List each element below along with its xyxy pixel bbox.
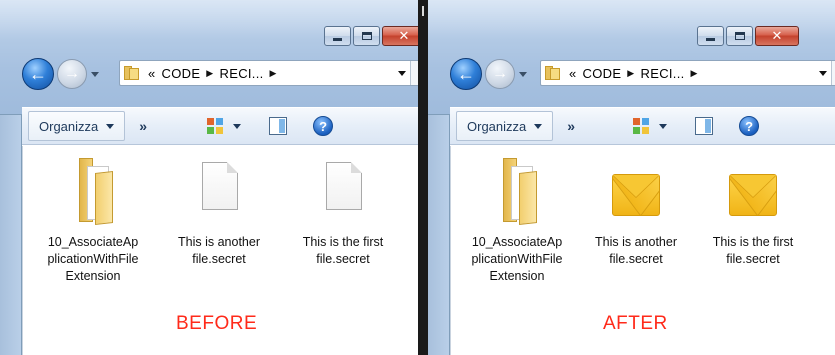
folder-icon: [69, 158, 117, 225]
before-caption: BEFORE: [176, 313, 258, 334]
change-view-icon: [207, 118, 224, 134]
back-arrow-icon: ←: [457, 63, 475, 84]
preview-pane-icon[interactable]: [695, 117, 714, 135]
list-item[interactable]: This is another file.secret: [173, 154, 265, 268]
forward-button[interactable]: →: [57, 59, 87, 89]
folder-icon: [545, 66, 561, 80]
blank-file-icon: [202, 162, 238, 210]
item-label: This is another file.secret: [595, 235, 677, 266]
blank-file-icon: [326, 162, 362, 210]
caption-buttons: ✕: [324, 26, 418, 46]
navigation-buttons: ← →: [22, 57, 99, 91]
list-item[interactable]: 10_AssociateApplicationWithFileExtension: [47, 154, 139, 285]
list-item[interactable]: 10_AssociateApplicationWithFileExtension: [471, 154, 563, 285]
explorer-window-after: ✕ ← → « CODE ▶ RECI... ▶ Organizza » ? 1…: [428, 0, 835, 355]
breadcrumb-separator-icon[interactable]: ▶: [627, 68, 634, 79]
maximize-icon: [734, 32, 745, 40]
views-button[interactable]: [207, 118, 242, 134]
item-label: 10_AssociateApplicationWithFileExtension: [471, 235, 563, 283]
minimize-button[interactable]: [697, 26, 724, 46]
breadcrumb-separator-icon[interactable]: ▶: [691, 68, 698, 79]
change-view-icon: [633, 118, 650, 134]
breadcrumb-code[interactable]: CODE: [583, 66, 622, 81]
close-button[interactable]: ✕: [382, 26, 418, 46]
back-arrow-icon: ←: [29, 63, 47, 84]
refresh-button[interactable]: [410, 61, 418, 85]
breadcrumb-code[interactable]: CODE: [162, 66, 201, 81]
envelope-icon: [612, 174, 660, 216]
recent-pages-dropdown-icon[interactable]: [91, 71, 99, 77]
command-bar: Organizza » ?: [22, 107, 418, 145]
close-icon: ✕: [771, 28, 783, 44]
envelope-icon: [729, 174, 777, 216]
maximize-icon: [361, 32, 372, 40]
divider: [418, 0, 428, 355]
item-label: This is another file.secret: [178, 235, 260, 266]
breadcrumb-separator-icon[interactable]: ▶: [206, 68, 213, 79]
maximize-button[interactable]: [353, 26, 380, 46]
breadcrumb-reci[interactable]: RECI...: [641, 66, 685, 81]
list-item[interactable]: This is the first file.secret: [297, 154, 389, 268]
preview-pane-icon[interactable]: [269, 117, 288, 135]
refresh-button[interactable]: [831, 61, 835, 85]
back-button[interactable]: ←: [22, 58, 54, 90]
address-dropdown-icon[interactable]: [398, 71, 406, 76]
folder-icon: [124, 66, 140, 80]
more-commands-button[interactable]: »: [139, 118, 147, 134]
folder-icon: [493, 158, 541, 225]
organize-label: Organizza: [39, 118, 99, 134]
item-label: This is the first file.secret: [302, 235, 384, 266]
caption-buttons: ✕: [697, 26, 799, 46]
views-button[interactable]: [633, 118, 668, 134]
breadcrumb-separator-icon[interactable]: ▶: [270, 68, 277, 79]
address-dropdown-icon[interactable]: [819, 71, 827, 76]
command-bar: Organizza » ?: [450, 107, 835, 145]
list-item[interactable]: This is another file.secret: [590, 154, 682, 268]
explorer-window-before: ✕ ← → « CODE ▶ RECI... ▶ Organizza » ? 1…: [0, 0, 418, 355]
chevron-down-icon: [659, 123, 668, 129]
breadcrumb-overflow[interactable]: «: [148, 66, 156, 81]
chevron-down-icon: [534, 123, 543, 129]
address-bar[interactable]: « CODE ▶ RECI... ▶: [540, 60, 835, 86]
minimize-icon: [333, 37, 342, 41]
more-commands-button[interactable]: »: [567, 118, 575, 134]
organize-label: Organizza: [467, 118, 527, 134]
chevron-down-icon: [106, 123, 115, 129]
organize-button[interactable]: Organizza: [28, 111, 126, 141]
breadcrumb-overflow[interactable]: «: [569, 66, 577, 81]
help-icon[interactable]: ?: [313, 116, 334, 136]
close-button[interactable]: ✕: [755, 26, 799, 46]
navigation-buttons: ← →: [450, 57, 527, 91]
breadcrumb: « CODE ▶ RECI... ▶: [569, 66, 698, 81]
forward-button[interactable]: →: [485, 59, 515, 89]
list-item[interactable]: This is the first file.secret: [707, 154, 799, 268]
breadcrumb-reci[interactable]: RECI...: [220, 66, 264, 81]
recent-pages-dropdown-icon[interactable]: [519, 71, 527, 77]
forward-arrow-icon: →: [64, 65, 80, 82]
back-button[interactable]: ←: [450, 58, 482, 90]
after-caption: AFTER: [603, 313, 668, 334]
address-bar[interactable]: « CODE ▶ RECI... ▶: [119, 60, 418, 86]
organize-button[interactable]: Organizza: [456, 111, 554, 141]
item-label: This is the first file.secret: [712, 235, 794, 266]
minimize-icon: [706, 37, 715, 41]
minimize-button[interactable]: [324, 26, 351, 46]
help-icon[interactable]: ?: [739, 116, 760, 136]
maximize-button[interactable]: [726, 26, 753, 46]
forward-arrow-icon: →: [492, 65, 508, 82]
item-label: 10_AssociateApplicationWithFileExtension: [47, 235, 139, 283]
breadcrumb: « CODE ▶ RECI... ▶: [148, 66, 277, 81]
chevron-down-icon: [233, 123, 242, 129]
close-icon: ✕: [398, 28, 410, 44]
